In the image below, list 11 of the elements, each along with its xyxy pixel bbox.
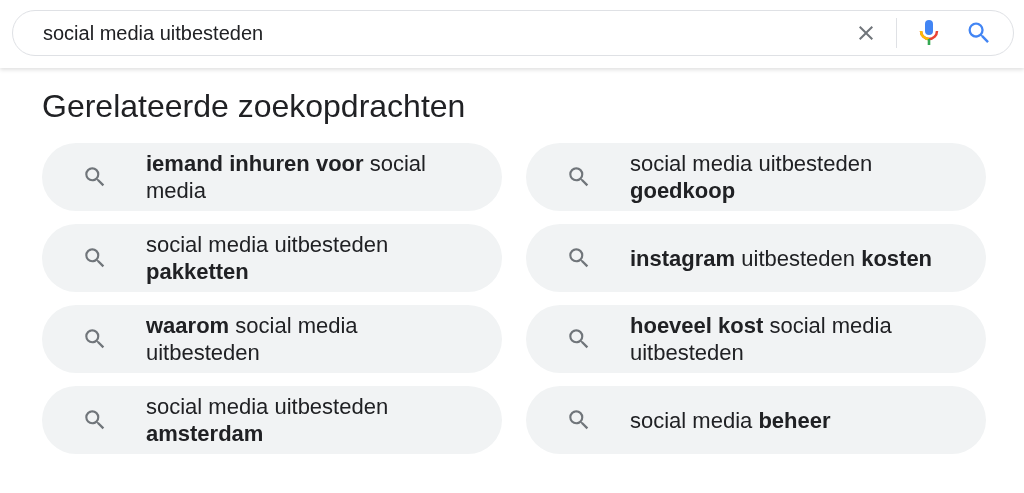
related-search-chip[interactable]: social media uitbesteden goedkoop [526, 143, 986, 211]
section-title: Gerelateerde zoekopdrachten [42, 88, 467, 125]
related-search-chip[interactable]: iemand inhuren voor social media [42, 143, 502, 211]
related-search-chip[interactable]: hoeveel kost social media uitbesteden [526, 305, 986, 373]
related-search-chip[interactable]: instagram uitbesteden kosten [526, 224, 986, 292]
related-search-chip[interactable]: social media uitbesteden pakketten [42, 224, 502, 292]
related-search-chip[interactable]: waarom social media uitbesteden [42, 305, 502, 373]
microphone-icon [919, 19, 939, 47]
related-search-chip[interactable]: social media beheer [526, 386, 986, 454]
search-field[interactable]: social media uitbesteden [43, 21, 846, 45]
related-search-chip[interactable]: social media uitbesteden amsterdam [42, 386, 502, 454]
